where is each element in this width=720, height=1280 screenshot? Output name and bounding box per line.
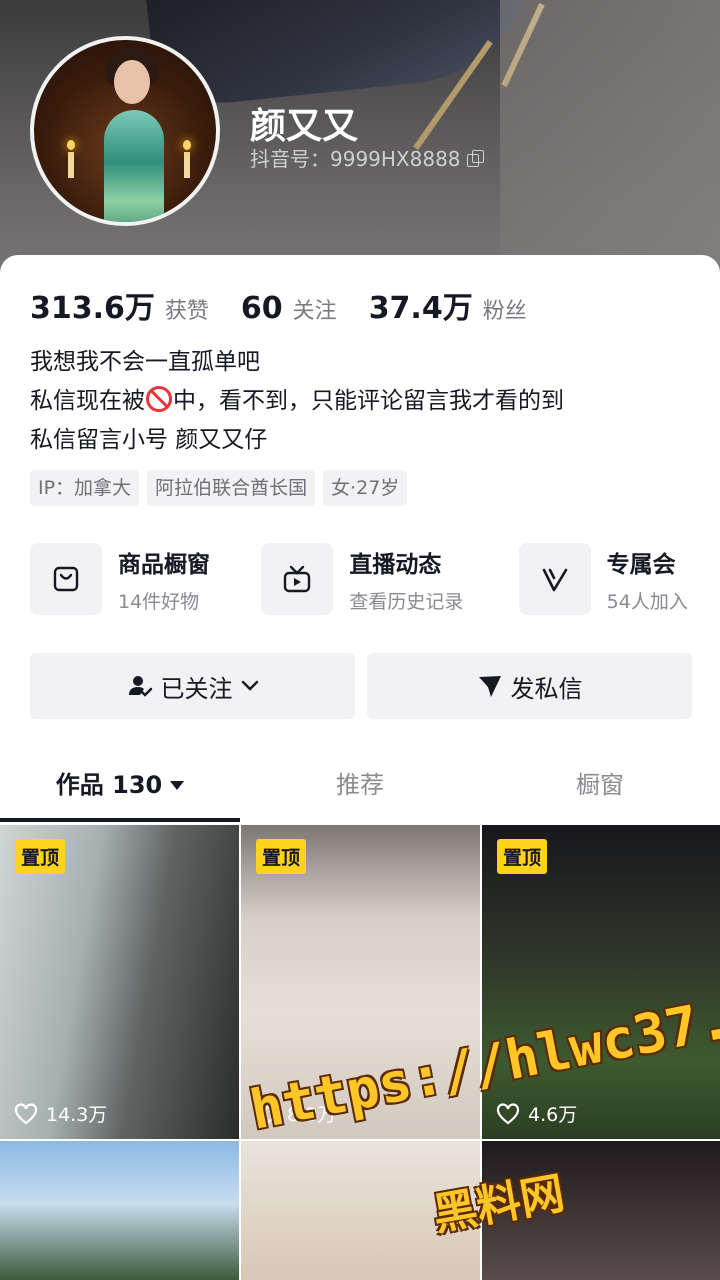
pinned-badge: 置顶 [497,839,548,874]
followed-label: 已关注 [160,674,233,703]
video-thumbnail[interactable]: 置顶 14.3万 [0,825,239,1139]
tag-ip: IP：加拿大 [30,470,140,506]
service-live-subtitle: 查看历史记录 [349,590,464,613]
stat-following[interactable]: 60 关注 [241,291,337,326]
video-thumbnail[interactable]: 置顶 4.6万 [482,825,720,1139]
pinned-badge: 置顶 [15,839,66,874]
likes-count: 14.3万 [14,1100,107,1127]
stat-followers-value: 37.4万 [368,291,473,326]
bio-line-2-suffix: 中，看不到，只能评论留言我才看的到 [173,388,564,414]
video-thumbnail[interactable] [0,1141,239,1280]
service-membership-title: 专属会 [606,551,676,578]
action-buttons: 已关注 发私信 [30,653,692,719]
service-live[interactable]: 直播动态 查看历史记录 [261,543,518,615]
tag-location: 阿拉伯联合酋长国 [147,470,316,506]
tag-gender-age: 女·27岁 [323,470,408,506]
service-live-title: 直播动态 [349,551,442,578]
send-message-label: 发私信 [510,674,583,703]
stat-likes-label: 获赞 [164,299,209,324]
bio-line-2-prefix: 私信现在被 [30,388,145,414]
bio-line-3: 私信留言小号 颜又又仔 [30,427,268,453]
bio: 我想我不会一直孤单吧 私信现在被 中，看不到，只能评论留言我才看的到 私信留言小号… [30,343,564,460]
stat-likes[interactable]: 313.6万 获赞 [30,283,209,327]
bio-line-1: 我想我不会一直孤单吧 [30,349,260,375]
avatar[interactable] [30,36,220,226]
shopping-bag-icon [30,543,102,615]
stats-row: 313.6万 获赞 60 关注 37.4万 粉丝 [30,283,559,327]
douyin-id-text: 抖音号：9999HX8888 [250,147,461,171]
likes-value: 4.6万 [528,1104,578,1126]
service-shop-subtitle: 14件好物 [118,590,200,613]
stat-likes-value: 313.6万 [30,291,155,326]
send-message-button[interactable]: 发私信 [367,653,692,719]
stat-following-value: 60 [240,291,283,326]
tab-works-label: 作品 130 [55,771,163,799]
heart-icon [14,1102,38,1124]
stat-followers-label: 粉丝 [482,299,527,324]
copy-icon[interactable] [466,149,484,167]
caret-down-icon [170,781,185,790]
profile-name: 颜又又 [250,106,359,147]
tab-works[interactable]: 作品 130 [0,755,240,825]
likes-value: 14.3万 [46,1104,108,1126]
likes-count: 4.6万 [496,1100,577,1127]
send-icon [478,676,501,697]
services-row: 商品橱窗 14件好物 直播动态 查看历史记录 专属会 54人加入 [30,543,720,615]
prohibited-icon [146,386,172,412]
service-shop-window[interactable]: 商品橱窗 14件好物 [30,543,261,615]
pinned-badge: 置顶 [256,839,307,874]
tab-showcase[interactable]: 橱窗 [480,755,720,825]
service-shop-title: 商品橱窗 [118,551,210,578]
user-check-icon [128,676,152,697]
douyin-id[interactable]: 抖音号：9999HX8888 [250,143,484,172]
tv-icon [261,543,334,615]
v-icon [518,543,591,615]
tab-recommend[interactable]: 推荐 [240,755,480,825]
service-membership-subtitle: 54人加入 [606,590,688,613]
content-tabs: 作品 130 推荐 橱窗 [0,755,720,825]
chevron-down-icon [241,680,258,691]
tab-underline [0,818,240,822]
service-membership[interactable]: 专属会 54人加入 [518,543,720,615]
stat-following-label: 关注 [292,299,337,324]
stat-followers[interactable]: 37.4万 粉丝 [369,283,527,327]
bio-line-2: 私信现在被 中，看不到，只能评论留言我才看的到 [30,382,564,421]
followed-button[interactable]: 已关注 [30,653,355,719]
profile-tags: IP：加拿大 阿拉伯联合酋长国 女·27岁 [30,470,408,506]
heart-icon [496,1102,520,1124]
